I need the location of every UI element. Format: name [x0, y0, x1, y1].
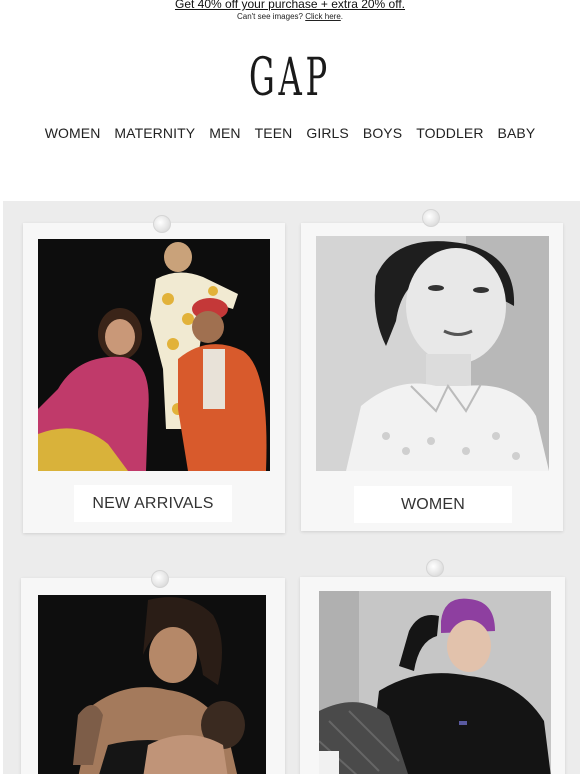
- men-card[interactable]: [300, 559, 565, 774]
- nav-item-baby[interactable]: BABY: [491, 125, 543, 141]
- gap-logo[interactable]: GAP: [110, 52, 470, 104]
- pushpin-icon: [153, 215, 171, 233]
- polaroid-board: NEW ARRIVALS WOMEN: [3, 201, 580, 774]
- woman-portrait-illustration: [316, 236, 549, 471]
- category-nav: WOMEN MATERNITY MEN TEEN GIRLS BOYS TODD…: [0, 125, 580, 141]
- new-arrivals-card[interactable]: NEW ARRIVALS: [23, 215, 285, 533]
- promo-banner: Get 40% off your purchase + extra 20% of…: [0, 0, 580, 21]
- woman-portrait-photo[interactable]: [316, 236, 549, 471]
- nav-item-maternity[interactable]: MATERNITY: [107, 125, 202, 141]
- maternity-card[interactable]: [21, 570, 285, 774]
- nav-item-women[interactable]: WOMEN: [38, 125, 108, 141]
- view-images-end: .: [340, 12, 344, 21]
- nav-item-boys[interactable]: BOYS: [356, 125, 409, 141]
- family-group-illustration: [38, 239, 270, 471]
- view-images-text: Can't see images?: [236, 12, 303, 21]
- mother-baby-illustration: [38, 595, 266, 774]
- man-purple-beanie-photo[interactable]: [319, 591, 551, 774]
- maternity-mother-baby-photo[interactable]: [38, 595, 266, 774]
- click-here-link[interactable]: Click here: [305, 12, 341, 21]
- women-button[interactable]: WOMEN: [354, 486, 512, 523]
- pushpin-icon: [151, 570, 169, 588]
- pushpin-icon: [422, 209, 440, 227]
- new-arrivals-button[interactable]: NEW ARRIVALS: [74, 485, 232, 522]
- family-group-photo[interactable]: [38, 239, 270, 471]
- pushpin-icon: [426, 559, 444, 577]
- nav-item-girls[interactable]: GIRLS: [299, 125, 356, 141]
- women-card[interactable]: WOMEN: [301, 209, 563, 531]
- nav-item-teen[interactable]: TEEN: [248, 125, 300, 141]
- nav-item-men[interactable]: MEN: [202, 125, 247, 141]
- man-beanie-illustration: [319, 591, 551, 774]
- promo-offer-link[interactable]: Get 40% off your purchase + extra 20% of…: [0, 0, 580, 10]
- view-images-note: Can't see images? Click here.: [0, 12, 580, 21]
- nav-item-toddler[interactable]: TODDLER: [409, 125, 490, 141]
